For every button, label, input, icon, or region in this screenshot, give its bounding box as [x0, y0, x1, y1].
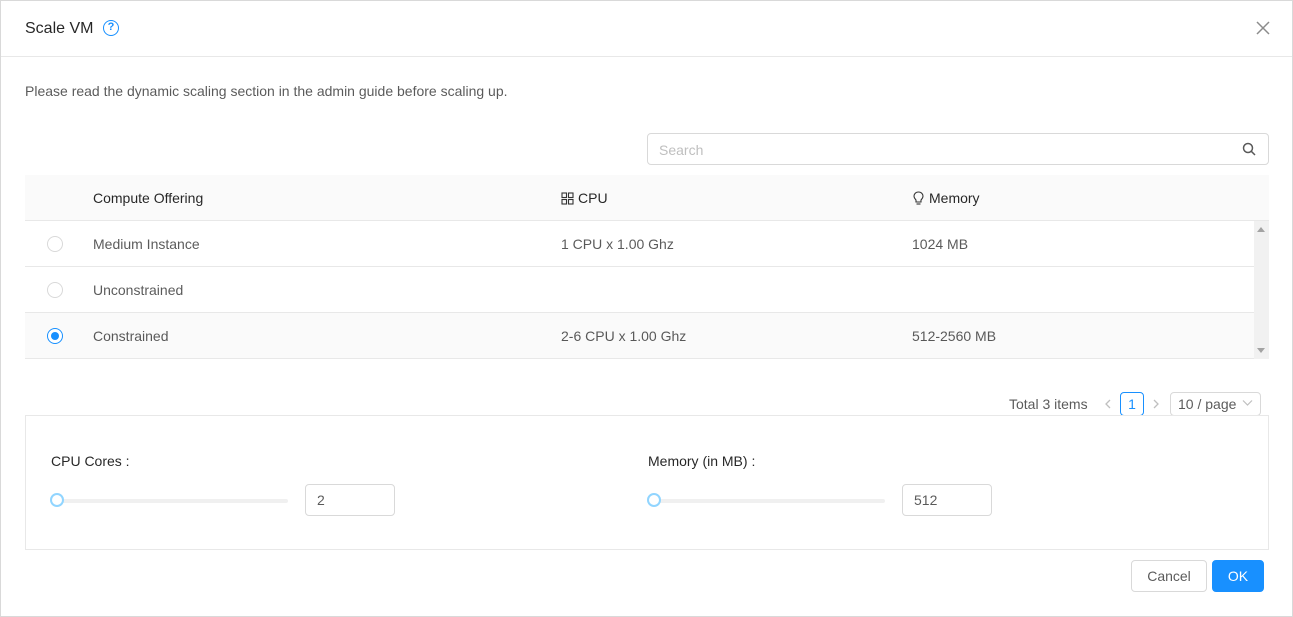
ok-button[interactable]: OK: [1212, 560, 1264, 592]
search-input[interactable]: [659, 140, 1219, 160]
offering-name: Constrained: [93, 328, 169, 344]
page-item[interactable]: 1: [1120, 392, 1144, 416]
row-radio[interactable]: [47, 328, 63, 344]
scaling-notice: Please read the dynamic scaling section …: [25, 83, 508, 99]
dialog-title: Scale VM: [25, 20, 94, 37]
table-body: Medium Instance 1 CPU x 1.00 Ghz 1024 MB…: [25, 221, 1269, 359]
column-header-offering: Compute Offering: [93, 190, 204, 206]
cancel-button[interactable]: Cancel: [1131, 560, 1207, 592]
table-scrollbar[interactable]: [1254, 221, 1269, 359]
prev-page-icon[interactable]: [1101, 397, 1115, 411]
offering-name: Medium Instance: [93, 236, 200, 252]
offering-memory: 1024 MB: [912, 236, 969, 252]
cpu-slider-rail[interactable]: [52, 499, 288, 503]
row-radio[interactable]: [47, 236, 63, 252]
row-radio[interactable]: [47, 282, 63, 298]
offering-cpu: 1 CPU x 1.00 Ghz: [561, 236, 674, 252]
bulb-icon: [913, 191, 924, 205]
close-icon[interactable]: [1254, 19, 1272, 37]
memory-slider-handle[interactable]: [647, 493, 661, 507]
next-page-icon[interactable]: [1149, 397, 1163, 411]
scale-vm-dialog: Scale VM ? Please read the dynamic scali…: [0, 0, 1293, 617]
search-icon[interactable]: [1242, 142, 1256, 156]
column-header-memory: Memory: [912, 189, 980, 207]
dialog-header: Scale VM ?: [1, 1, 1292, 57]
scroll-down-arrow-icon[interactable]: [1257, 348, 1265, 353]
cpu-cores-label: CPU Cores :: [51, 453, 130, 469]
table-row[interactable]: Constrained 2-6 CPU x 1.00 Ghz 512-2560 …: [25, 313, 1254, 359]
appstore-icon: [561, 191, 574, 205]
offering-memory: 512-2560 MB: [912, 328, 997, 344]
cpu-slider-handle[interactable]: [50, 493, 64, 507]
compute-offering-table: Compute Offering CPU Memory Medium Insta…: [25, 175, 1269, 359]
scroll-up-arrow-icon[interactable]: [1257, 227, 1265, 232]
memory-input[interactable]: 512: [902, 484, 992, 516]
table-header: Compute Offering CPU Memory: [25, 175, 1269, 221]
pagination-total: Total 3 items: [1009, 396, 1088, 412]
table-row[interactable]: Medium Instance 1 CPU x 1.00 Ghz 1024 MB: [25, 221, 1254, 267]
cpu-cores-input[interactable]: 2: [305, 484, 395, 516]
page-size-select[interactable]: 10 / page: [1170, 392, 1261, 416]
offering-name: Unconstrained: [93, 282, 184, 298]
help-icon[interactable]: ?: [103, 20, 119, 36]
column-header-cpu: CPU: [561, 189, 608, 207]
scale-form: CPU Cores : 2 Memory (in MB) : 512: [25, 415, 1269, 550]
table-row[interactable]: Unconstrained: [25, 267, 1254, 313]
memory-label: Memory (in MB) :: [648, 453, 756, 469]
memory-slider-rail[interactable]: [649, 499, 885, 503]
offering-cpu: 2-6 CPU x 1.00 Ghz: [561, 328, 687, 344]
chevron-down-icon: [1242, 400, 1253, 406]
search-box[interactable]: [647, 133, 1269, 165]
